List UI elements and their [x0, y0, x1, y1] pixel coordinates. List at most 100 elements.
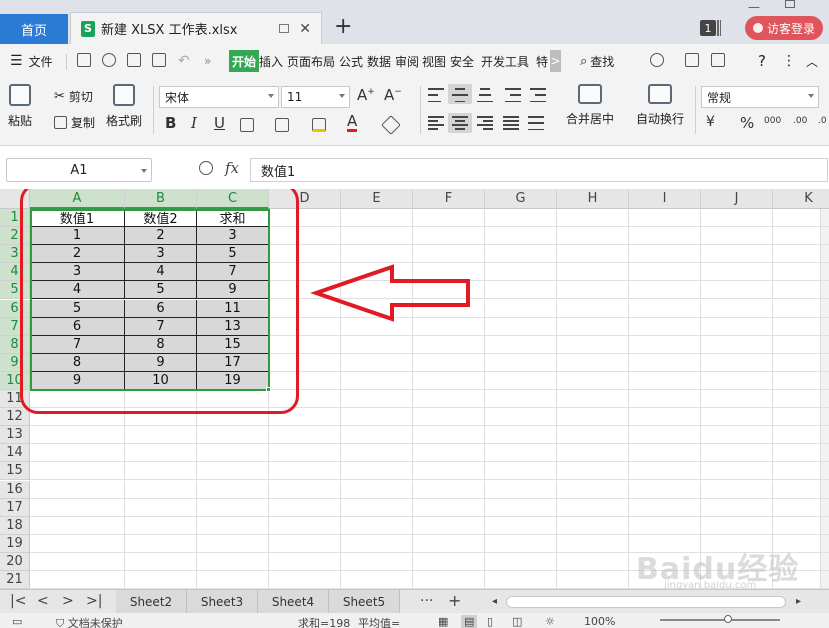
cell-f9[interactable]: [413, 353, 485, 372]
print-icon[interactable]: [127, 53, 141, 67]
cell-f3[interactable]: [413, 245, 485, 264]
cell-c13[interactable]: [197, 426, 269, 445]
search-command[interactable]: ⌕ 查找: [580, 50, 614, 72]
align-left-icon[interactable]: [428, 116, 444, 130]
cell-h20[interactable]: [557, 552, 629, 571]
cell-h2[interactable]: [557, 227, 629, 246]
cell-a1[interactable]: 数值1: [30, 209, 125, 227]
cell-a19[interactable]: [30, 534, 125, 553]
cell-d3[interactable]: [269, 245, 341, 264]
cell-h1[interactable]: [557, 209, 629, 227]
row-header-20[interactable]: 20: [0, 552, 30, 571]
row-header-10[interactable]: 10: [0, 371, 30, 390]
sheet-tab-sheet4[interactable]: Sheet4: [258, 590, 329, 614]
cell-d10[interactable]: [269, 371, 341, 390]
cell-c6[interactable]: 11: [197, 299, 269, 318]
cell-f17[interactable]: [413, 498, 485, 517]
increase-decimal-icon[interactable]: .00: [793, 116, 807, 126]
cell-i10[interactable]: [629, 371, 701, 390]
cell-k5[interactable]: [773, 281, 829, 300]
cell-c2[interactable]: 3: [197, 227, 269, 246]
add-sheet-button[interactable]: +: [448, 591, 461, 610]
cell-b13[interactable]: [125, 426, 197, 445]
cell-b7[interactable]: 7: [125, 317, 197, 336]
zoom-slider[interactable]: [660, 619, 780, 621]
cell-b6[interactable]: 6: [125, 299, 197, 318]
cell-b11[interactable]: [125, 390, 197, 408]
wrap-text-button[interactable]: 自动换行: [636, 84, 684, 127]
tab-view[interactable]: 视图: [422, 50, 446, 72]
view-normal-icon[interactable]: ▦: [438, 615, 448, 628]
row-header-18[interactable]: 18: [0, 516, 30, 535]
cell-h7[interactable]: [557, 317, 629, 336]
cell-d15[interactable]: [269, 462, 341, 481]
format-painter-button[interactable]: 格式刷: [106, 84, 142, 129]
border-icon[interactable]: [240, 118, 254, 132]
cell-j2[interactable]: [701, 227, 773, 246]
cell-i5[interactable]: [629, 281, 701, 300]
cell-k3[interactable]: [773, 245, 829, 264]
cell-a4[interactable]: 3: [30, 263, 125, 282]
cell-k1[interactable]: [773, 209, 829, 227]
cell-i11[interactable]: [629, 390, 701, 408]
cell-b3[interactable]: 3: [125, 245, 197, 264]
grow-font-button[interactable]: A+: [357, 86, 375, 104]
cell-k18[interactable]: [773, 517, 829, 535]
cell-c12[interactable]: [197, 408, 269, 427]
align-right-icon[interactable]: [477, 116, 493, 130]
cell-k10[interactable]: [773, 372, 829, 390]
cell-e1[interactable]: [341, 209, 413, 227]
row-header-13[interactable]: 13: [0, 426, 30, 445]
tab-special[interactable]: 特: [536, 50, 548, 72]
formula-input[interactable]: 数值1: [250, 158, 828, 182]
cell-k8[interactable]: [773, 336, 829, 354]
align-center-icon[interactable]: [452, 116, 468, 130]
cell-f21[interactable]: [413, 571, 485, 589]
cell-k7[interactable]: [773, 318, 829, 336]
next-sheet-button[interactable]: >: [62, 593, 74, 609]
cell-h12[interactable]: [557, 408, 629, 427]
row-header-17[interactable]: 17: [0, 498, 30, 517]
cell-c18[interactable]: [197, 516, 269, 535]
cell-f13[interactable]: [413, 426, 485, 445]
cell-g16[interactable]: [485, 480, 557, 499]
cell-i16[interactable]: [629, 480, 701, 499]
cell-k2[interactable]: [773, 227, 829, 246]
cell-e2[interactable]: [341, 227, 413, 246]
cell-g15[interactable]: [485, 462, 557, 481]
cell-a7[interactable]: 6: [30, 317, 125, 336]
column-header-b[interactable]: B: [125, 189, 197, 209]
sheet-tab-sheet3[interactable]: Sheet3: [187, 590, 258, 614]
row-header-12[interactable]: 12: [0, 408, 30, 427]
cell-d2[interactable]: [269, 227, 341, 246]
cell-j18[interactable]: [701, 516, 773, 535]
cell-h19[interactable]: [557, 534, 629, 553]
zoom-level[interactable]: 100%: [584, 615, 615, 628]
tab-security[interactable]: 安全: [450, 50, 474, 72]
print-preview-icon[interactable]: [152, 53, 166, 67]
row-header-4[interactable]: 4: [0, 263, 30, 282]
cell-j12[interactable]: [701, 408, 773, 427]
row-header-1[interactable]: 1: [0, 209, 30, 227]
cell-h10[interactable]: [557, 371, 629, 390]
scroll-right-icon[interactable]: ▸: [796, 596, 801, 607]
cell-d11[interactable]: [269, 390, 341, 408]
align-middle-icon[interactable]: [452, 88, 468, 102]
zoom-icon[interactable]: [199, 161, 213, 175]
row-header-7[interactable]: 7: [0, 317, 30, 336]
view-grid-icon[interactable]: ▤: [461, 615, 478, 628]
cell-d20[interactable]: [269, 552, 341, 571]
cell-g10[interactable]: [485, 371, 557, 390]
sheet-tab-sheet5[interactable]: Sheet5: [329, 590, 400, 614]
cell-i18[interactable]: [629, 516, 701, 535]
underline-button[interactable]: U: [214, 114, 225, 132]
cell-g7[interactable]: [485, 317, 557, 336]
cell-h5[interactable]: [557, 281, 629, 300]
file-menu[interactable]: ☰ 文件: [10, 50, 53, 72]
cell-k16[interactable]: [773, 481, 829, 499]
insert-function-icon[interactable]: fx: [225, 159, 239, 177]
cell-c14[interactable]: [197, 444, 269, 463]
cell-c19[interactable]: [197, 534, 269, 553]
cell-d19[interactable]: [269, 534, 341, 553]
cell-e12[interactable]: [341, 408, 413, 427]
